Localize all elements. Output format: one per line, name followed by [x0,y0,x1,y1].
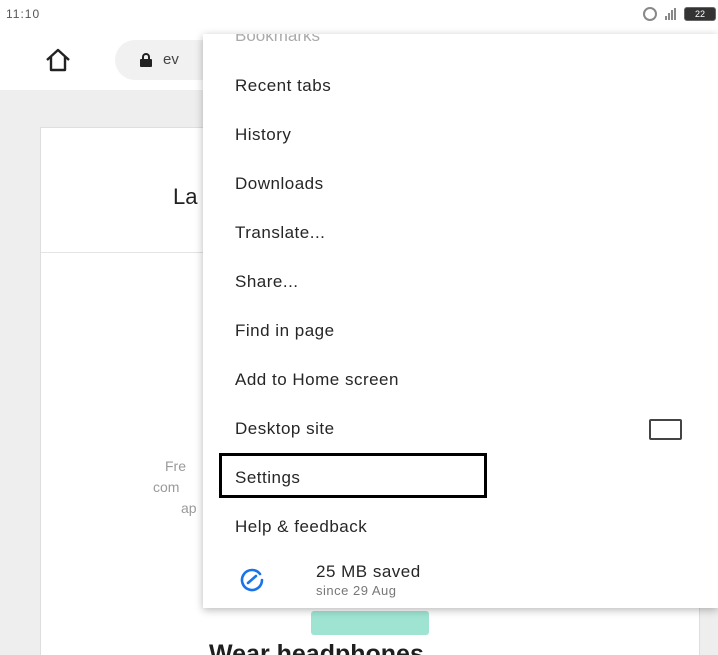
status-time: 11:10 [6,7,41,21]
menu-item-label: Help & feedback [235,517,368,536]
menu-item-label: Recent tabs [235,76,332,95]
savings-subtitle: since 29 Aug [316,583,397,598]
start-button[interactable] [311,611,429,635]
menu-item-history[interactable]: History [203,111,718,160]
menu-item-label: Share... [235,272,299,291]
battery-icon: 22 [684,7,716,21]
menu-item-downloads[interactable]: Downloads [203,160,718,209]
lock-icon [140,53,152,67]
menu-item-find-in-page[interactable]: Find in page [203,307,718,356]
card-title: La [173,184,198,209]
menu-item-label: Add to Home screen [235,370,399,389]
status-icons: 22 [643,6,716,22]
menu-item-recent-tabs[interactable]: Recent tabs [203,62,718,111]
card-text-line: Fre [165,458,186,474]
card-heading: Wear headphones [209,640,424,655]
savings-title: 25 MB saved [316,562,421,581]
card-text-line: com [153,479,180,495]
status-bar: 11:10 22 [0,0,718,30]
menu-item-label: Translate... [235,223,326,242]
signal-icon [665,8,676,20]
menu-item-translate[interactable]: Translate... [203,209,718,258]
alarm-icon [643,7,657,21]
menu-item-label: Downloads [235,174,324,193]
menu-item-share[interactable]: Share... [203,258,718,307]
menu-item-help-feedback[interactable]: Help & feedback [203,503,718,552]
menu-item-desktop-site[interactable]: Desktop site [203,405,718,454]
menu-item-label: Bookmarks [235,34,321,45]
settings-highlight-box [219,453,487,498]
desktop-site-checkbox[interactable] [649,419,682,440]
overflow-menu: Bookmarks Recent tabs History Downloads … [203,34,718,608]
data-saver-gauge-icon [240,568,264,592]
menu-item-bookmarks[interactable]: Bookmarks [203,34,718,50]
url-text: ev [163,51,179,68]
menu-item-add-to-home-screen[interactable]: Add to Home screen [203,356,718,405]
menu-item-label: Desktop site [235,419,335,438]
data-savings-item[interactable]: 25 MB saved since 29 Aug [203,551,718,608]
home-icon[interactable] [44,47,72,73]
menu-item-label: Find in page [235,321,335,340]
menu-item-label: History [235,125,292,144]
card-text-line: ap [181,500,197,516]
